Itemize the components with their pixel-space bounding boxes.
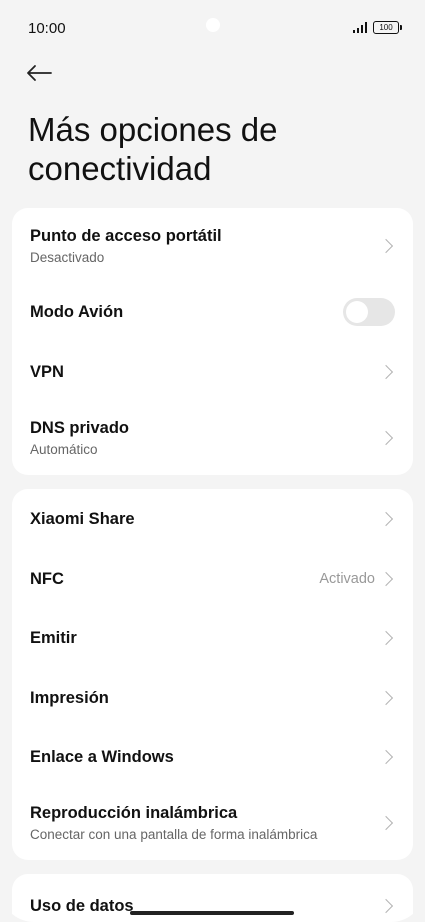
row-airplane-mode: Modo Avión (12, 282, 413, 342)
chevron-right-icon (378, 749, 394, 765)
nfc-status-value: Activado (319, 571, 375, 587)
chevron-right-icon (378, 511, 394, 527)
phone-screen: 10:00 100 Más opciones de conectividad P… (0, 0, 425, 922)
row-title: DNS privado (30, 419, 130, 437)
row-title: Reproducción inalámbrica (30, 804, 238, 822)
chevron-right-icon (378, 898, 394, 914)
row-printing[interactable]: Impresión (12, 668, 413, 728)
row-title: NFC (30, 569, 64, 588)
home-indicator[interactable] (130, 911, 294, 915)
row-xiaomi-share[interactable]: Xiaomi Share (12, 489, 413, 549)
chevron-right-icon (378, 364, 394, 380)
row-private-dns[interactable]: DNS privado Automático (12, 408, 413, 468)
row-subtitle: Conectar con una pantalla de forma inalá… (30, 827, 318, 842)
row-title: VPN (30, 362, 64, 381)
page-title: Más opciones de conectividad (28, 111, 278, 187)
card-sharing: Xiaomi Share NFC Activado Emitir Impresi… (12, 489, 413, 860)
toggle-knob (346, 301, 368, 323)
status-bar: 10:00 100 (0, 0, 425, 58)
row-title: Modo Avión (30, 302, 124, 321)
back-button[interactable] (26, 58, 62, 88)
battery-level: 100 (379, 23, 393, 32)
row-data-usage[interactable]: Uso de datos (12, 876, 413, 922)
camera-cutout (206, 18, 220, 32)
row-hotspot[interactable]: Punto de acceso portátil Desactivado (12, 216, 413, 276)
status-time: 10:00 (28, 20, 66, 37)
chevron-right-icon (378, 690, 394, 706)
row-vpn[interactable]: VPN (12, 342, 413, 402)
row-subtitle: Automático (30, 442, 98, 457)
chevron-right-icon (378, 571, 394, 587)
row-title: Emitir (30, 628, 77, 647)
arrow-left-icon (27, 65, 52, 81)
row-subtitle: Desactivado (30, 250, 105, 265)
row-wireless-display[interactable]: Reproducción inalámbrica Conectar con un… (12, 793, 413, 853)
card-network: Punto de acceso portátil Desactivado Mod… (12, 208, 413, 475)
row-cast[interactable]: Emitir (12, 608, 413, 668)
chevron-right-icon (378, 238, 394, 254)
row-link-to-windows[interactable]: Enlace a Windows (12, 727, 413, 787)
chevron-right-icon (378, 630, 394, 646)
signal-icon (352, 22, 367, 33)
status-icons: 100 (352, 21, 402, 34)
row-title: Punto de acceso portátil (30, 227, 222, 245)
row-title: Xiaomi Share (30, 509, 135, 528)
row-title: Impresión (30, 688, 109, 707)
chevron-right-icon (378, 430, 394, 446)
battery-icon: 100 (373, 21, 402, 34)
chevron-right-icon (378, 815, 394, 831)
row-title: Enlace a Windows (30, 747, 174, 766)
row-nfc[interactable]: NFC Activado (12, 549, 413, 609)
airplane-mode-toggle[interactable] (343, 298, 395, 326)
